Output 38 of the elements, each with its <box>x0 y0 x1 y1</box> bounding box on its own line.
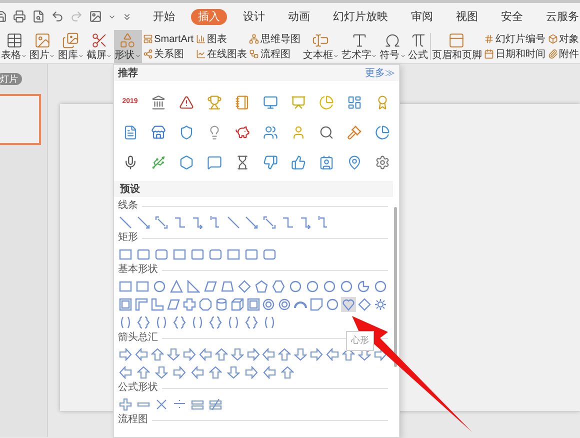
ribbon-small-button[interactable]: 日期和时间 <box>484 48 546 60</box>
ribbon-button[interactable]: 表格 <box>0 30 28 63</box>
menu-tab[interactable]: 幻灯片放映 <box>326 8 395 24</box>
ribbon-small-button[interactable]: 对象 <box>548 32 579 46</box>
category-label: 线条 <box>118 200 138 212</box>
ribbon-small-button[interactable]: 幻灯片编号 <box>484 32 546 46</box>
category-label: 基本形状 <box>118 264 158 276</box>
ribbon-button[interactable]: 页眉和页脚 <box>430 30 483 63</box>
menu-tab[interactable]: 开始 <box>146 8 182 24</box>
menu-tab[interactable]: 视图 <box>449 8 485 24</box>
ribbon-small-button[interactable]: 附件 <box>548 48 579 60</box>
ribbon-button[interactable]: 艺术字 <box>340 30 378 63</box>
menu-tab[interactable]: 审阅 <box>404 8 440 24</box>
menu-tab[interactable]: 云服务 <box>539 8 580 24</box>
menu-tab[interactable]: 安全 <box>494 8 530 24</box>
ribbon-small-button[interactable]: 图表 <box>196 32 247 46</box>
category-label: 公式形状 <box>118 382 158 394</box>
category-label: 流程图 <box>118 414 148 426</box>
ribbon-small-button[interactable]: 思维导图 <box>249 32 300 46</box>
category-label: 箭头总汇 <box>118 332 158 344</box>
more-link[interactable]: 更多≫ <box>365 66 395 80</box>
ribbon-button[interactable]: 公式 <box>407 30 430 63</box>
ribbon-button[interactable]: 图库 <box>56 30 85 63</box>
section-heading: 预设 <box>120 182 140 196</box>
ribbon-small-button[interactable]: 在线图表 <box>196 48 247 60</box>
section-heading: 推荐 <box>118 66 138 80</box>
ribbon-small-button[interactable]: 关系图 <box>143 48 194 60</box>
ribbon-button[interactable]: 文本框 <box>302 30 340 63</box>
menu-tab[interactable]: 动画 <box>281 8 317 24</box>
ribbon-small-button[interactable]: SmartArt <box>143 32 194 46</box>
ribbon-button[interactable]: 图片 <box>28 30 56 63</box>
ribbon-button[interactable]: 截屏 <box>85 30 114 63</box>
ribbon-button[interactable]: 形状 <box>114 30 142 63</box>
category-label: 矩形 <box>118 232 138 244</box>
shape-name-tooltip: 心形 <box>346 331 374 350</box>
menu-tab[interactable]: 设计 <box>236 8 272 24</box>
ribbon-button[interactable]: 符号 <box>378 30 407 63</box>
ribbon-small-button[interactable]: 流程图 <box>249 48 300 60</box>
